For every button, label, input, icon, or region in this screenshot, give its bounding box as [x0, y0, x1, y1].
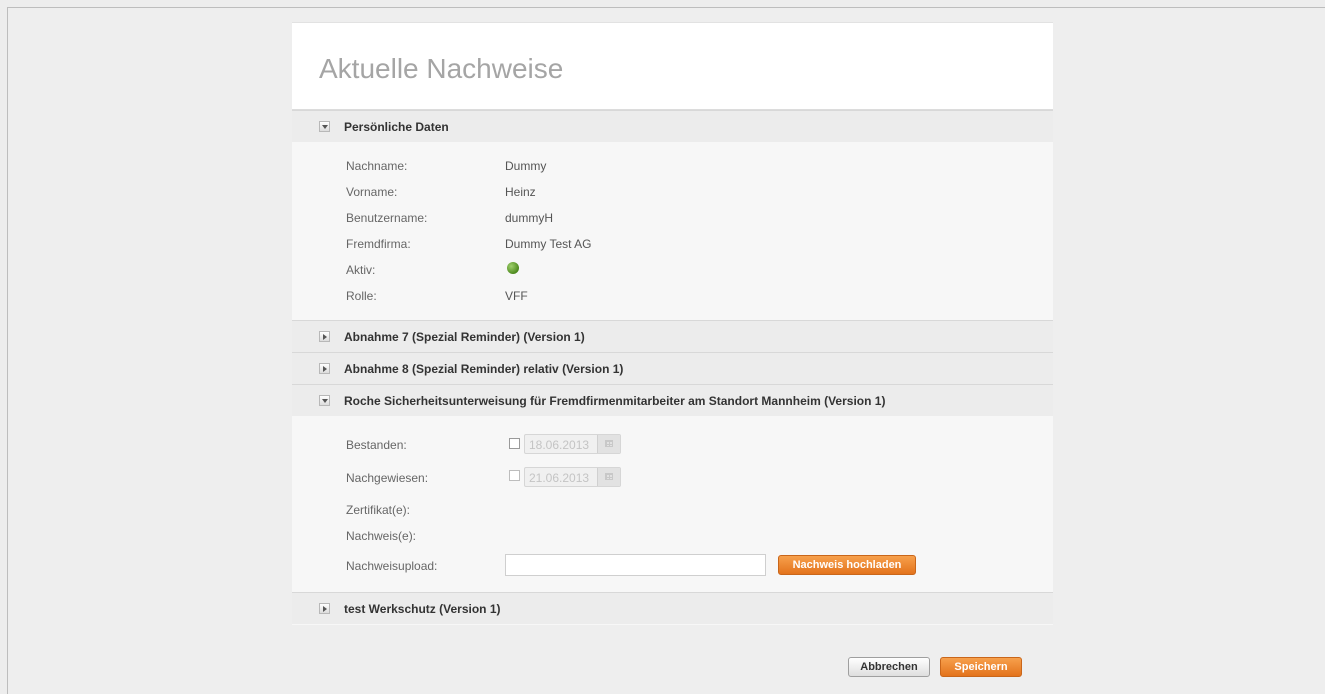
- bestanden-label: Bestanden:: [346, 438, 407, 452]
- nachweis-label: Nachweis(e):: [346, 529, 417, 543]
- collapse-arrow-icon[interactable]: [319, 121, 330, 132]
- section-title-roche: Roche Sicherheitsunterweisung für Fremdf…: [344, 393, 886, 408]
- calendar-icon[interactable]: [597, 468, 620, 486]
- fremdfirma-label: Fremdfirma:: [346, 237, 411, 251]
- rolle-value: VFF: [505, 289, 528, 303]
- expand-arrow-icon[interactable]: [319, 331, 330, 342]
- upload-button[interactable]: Nachweis hochladen: [778, 555, 916, 575]
- expand-arrow-icon[interactable]: [319, 603, 330, 614]
- vorname-label: Vorname:: [346, 185, 398, 199]
- aktiv-label: Aktiv:: [346, 263, 376, 277]
- active-status-icon: [507, 262, 519, 274]
- section-body-roche: Bestanden: 18.06.2013 Nachgewiesen: 21.0…: [292, 416, 1053, 592]
- benutzername-label: Benutzername:: [346, 211, 428, 225]
- bestanden-date-field[interactable]: 18.06.2013: [524, 434, 621, 454]
- main-panel: Aktuelle Nachweise Persönliche Daten Nac…: [292, 22, 1053, 625]
- section-header-werkschutz[interactable]: test Werkschutz (Version 1): [292, 592, 1053, 624]
- vorname-value: Heinz: [505, 185, 536, 199]
- nachname-value: Dummy: [505, 159, 547, 173]
- nachgewiesen-checkbox[interactable]: [509, 470, 520, 481]
- section-title-abnahme8: Abnahme 8 (Spezial Reminder) relativ (Ve…: [344, 361, 624, 376]
- nachgewiesen-date-field[interactable]: 21.06.2013: [524, 467, 621, 487]
- calendar-icon[interactable]: [597, 435, 620, 453]
- section-header-abnahme7[interactable]: Abnahme 7 (Spezial Reminder) (Version 1): [292, 320, 1053, 352]
- nachgewiesen-label: Nachgewiesen:: [346, 471, 429, 485]
- expand-arrow-icon[interactable]: [319, 363, 330, 374]
- nachweisupload-input[interactable]: [505, 554, 766, 576]
- section-header-personal[interactable]: Persönliche Daten: [292, 110, 1053, 142]
- nachweisupload-label: Nachweisupload:: [346, 559, 438, 573]
- section-title-abnahme7: Abnahme 7 (Spezial Reminder) (Version 1): [344, 329, 585, 344]
- section-header-abnahme8[interactable]: Abnahme 8 (Spezial Reminder) relativ (Ve…: [292, 352, 1053, 384]
- title-box: Aktuelle Nachweise: [292, 22, 1053, 110]
- nachgewiesen-date-value: 21.06.2013: [529, 471, 590, 485]
- bestanden-date-value: 18.06.2013: [529, 438, 590, 452]
- cancel-button[interactable]: Abbrechen: [848, 657, 930, 677]
- zertifikat-label: Zertifikat(e):: [346, 503, 411, 517]
- page-title: Aktuelle Nachweise: [319, 53, 564, 84]
- collapse-arrow-icon[interactable]: [319, 395, 330, 406]
- fremdfirma-value: Dummy Test AG: [505, 237, 592, 251]
- section-body-personal: Nachname: Dummy Vorname: Heinz Benutzern…: [292, 142, 1053, 320]
- save-button[interactable]: Speichern: [940, 657, 1022, 677]
- section-title-personal: Persönliche Daten: [344, 119, 449, 134]
- rolle-label: Rolle:: [346, 289, 377, 303]
- section-header-roche[interactable]: Roche Sicherheitsunterweisung für Fremdf…: [292, 384, 1053, 416]
- bestanden-checkbox[interactable]: [509, 438, 520, 449]
- section-title-werkschutz: test Werkschutz (Version 1): [344, 601, 501, 616]
- benutzername-value: dummyH: [505, 211, 554, 225]
- nachname-label: Nachname:: [346, 159, 408, 173]
